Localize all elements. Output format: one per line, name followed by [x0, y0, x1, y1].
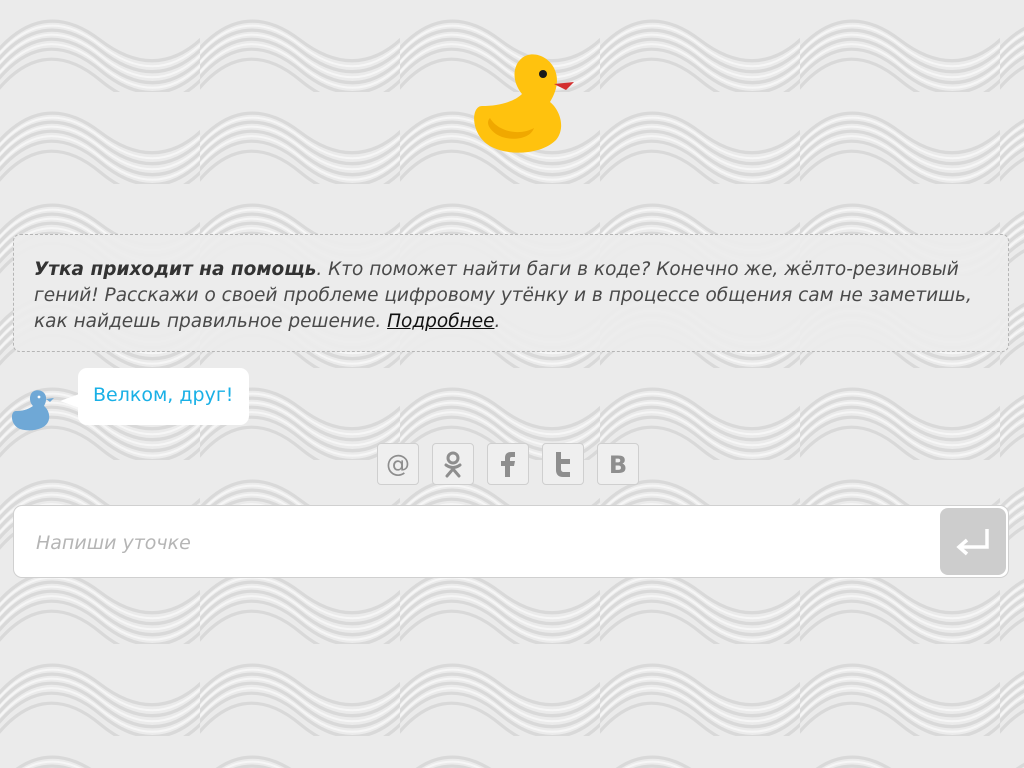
enter-return-icon [956, 528, 989, 555]
intro-end: . [494, 311, 501, 332]
share-email-button[interactable]: @ [377, 443, 419, 485]
svg-text:B: B [609, 451, 627, 477]
vkontakte-icon: B [609, 451, 627, 477]
svg-text:@: @ [386, 451, 410, 477]
message-input[interactable] [34, 520, 928, 566]
greeting-bubble: Велком, друг! [78, 368, 250, 425]
share-vkontakte-button[interactable]: B [597, 443, 639, 485]
email-at-icon: @ [386, 451, 410, 477]
share-twitter-button[interactable] [542, 443, 584, 485]
intro-description: Утка приходит на помощь. Кто поможет най… [13, 234, 1009, 352]
odnoklassniki-icon [444, 451, 462, 478]
duck-avatar-icon [11, 390, 54, 431]
share-odnoklassniki-button[interactable] [432, 443, 474, 485]
duck-logo [474, 54, 574, 153]
share-facebook-button[interactable] [487, 443, 529, 485]
send-button[interactable] [940, 508, 1006, 575]
message-composer [13, 505, 1009, 578]
facebook-icon [501, 452, 515, 477]
intro-title: Утка приходит на помощь [34, 259, 317, 280]
more-link[interactable]: Подробнее [387, 311, 494, 332]
share-buttons: @ B [377, 443, 639, 487]
twitter-icon [556, 452, 570, 477]
